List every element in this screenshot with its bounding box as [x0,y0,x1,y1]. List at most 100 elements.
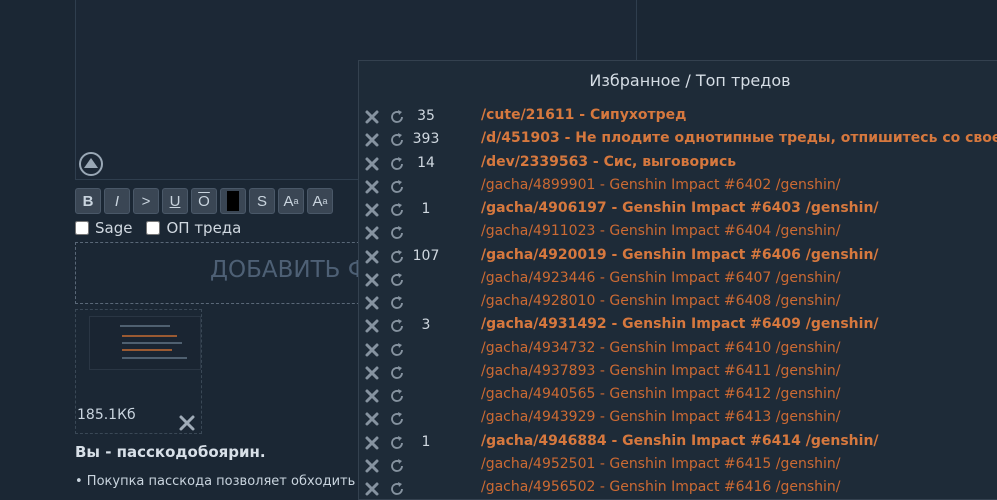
refresh-icon[interactable] [389,179,405,195]
list-item: /gacha/4952501 - Genshin Impact #6415 /g… [359,455,997,478]
subscript-mark: a [322,196,328,206]
attachment-thumbnail: 185.1Кб [75,309,202,434]
remove-icon[interactable] [364,481,380,497]
sage-checkbox[interactable] [75,221,89,235]
list-item: /gacha/4943929 - Genshin Impact #6413 /g… [359,408,997,431]
thread-link[interactable]: /gacha/4940565 - Genshin Impact #6412 /g… [481,386,840,402]
remove-icon[interactable] [364,365,380,381]
op-label: ОП треда [166,219,242,237]
new-post-count: 35 [417,108,435,124]
spoiler-swatch [227,191,239,211]
list-item: 1/gacha/4946884 - Genshin Impact #6414 /… [359,432,997,455]
refresh-icon[interactable] [389,272,405,288]
list-item: /gacha/4899901 - Genshin Impact #6402 /g… [359,176,997,199]
list-item: /gacha/4937893 - Genshin Impact #6411 /g… [359,362,997,385]
refresh-icon[interactable] [389,388,405,404]
remove-icon[interactable] [364,272,380,288]
thread-link[interactable]: /cute/21611 - Сипухотред [481,107,686,123]
passcode-title: Вы - пасскодобоярин. [75,443,266,461]
new-post-count: 1 [421,433,431,450]
thread-link[interactable]: /gacha/4911023 - Genshin Impact #6404 /g… [481,223,840,239]
thread-link[interactable]: /gacha/4952501 - Genshin Impact #6415 /g… [481,456,840,472]
remove-icon[interactable] [364,318,380,334]
remove-icon[interactable] [364,109,380,125]
bold-button[interactable]: B [75,188,101,214]
quote-button[interactable]: > [133,188,159,214]
overline-button[interactable]: O [191,188,217,214]
list-item: /gacha/4923446 - Genshin Impact #6407 /g… [359,269,997,292]
list-item: 14/dev/2339563 - Сис, выговорись [359,153,997,176]
thread-link[interactable]: /gacha/4956502 - Genshin Impact #6416 /g… [481,479,840,495]
refresh-icon[interactable] [389,156,405,172]
list-item: /gacha/4911023 - Genshin Impact #6404 /g… [359,222,997,245]
refresh-icon[interactable] [389,411,405,427]
new-post-count: 393 [412,131,440,148]
thread-link[interactable]: /gacha/4937893 - Genshin Impact #6411 /g… [481,363,840,379]
subscript-label: A [312,192,323,210]
sage-option[interactable]: Sage [75,219,132,237]
remove-icon[interactable] [364,458,380,474]
remove-icon[interactable] [364,132,380,148]
thread-link[interactable]: /gacha/4920019 - Genshin Impact #6406 /g… [481,247,879,263]
paint-icon[interactable] [78,151,104,177]
remove-icon[interactable] [364,295,380,311]
list-item: 393/d/451903 - Не плодите однотипные тре… [359,129,997,152]
op-checkbox[interactable] [146,221,161,235]
new-post-count: 1 [421,201,431,217]
op-option[interactable]: ОП треда [146,219,241,237]
remove-icon[interactable] [364,388,380,404]
strike-button[interactable]: S [249,188,275,214]
refresh-icon[interactable] [389,365,405,381]
thread-link[interactable]: /dev/2339563 - Сис, выговорись [481,154,736,170]
favorites-panel: Избранное / Топ тредов 35/cute/21611 - С… [358,60,997,500]
italic-button[interactable]: I [104,188,130,214]
sage-label: Sage [95,219,133,237]
thread-link[interactable]: /gacha/4934732 - Genshin Impact #6410 /g… [481,340,840,356]
thread-link[interactable]: /gacha/4906197 - Genshin Impact #6403 /g… [481,200,879,216]
thread-link[interactable]: /gacha/4931492 - Genshin Impact #6409 /g… [481,316,879,332]
thread-link[interactable]: /gacha/4943929 - Genshin Impact #6413 /g… [481,409,840,425]
remove-icon[interactable] [364,179,380,195]
refresh-icon[interactable] [389,225,405,241]
thread-link[interactable]: /d/451903 - Не плодите однотипные треды,… [481,130,997,146]
remove-icon[interactable] [364,411,380,427]
list-item: 35/cute/21611 - Сипухотред [359,106,997,129]
markup-toolbar: B I > U O S Aa Aa [75,188,333,214]
refresh-icon[interactable] [389,318,405,334]
remove-icon[interactable] [364,435,380,451]
refresh-icon[interactable] [389,202,405,218]
thread-link[interactable]: /gacha/4946884 - Genshin Impact #6414 /g… [481,433,879,449]
refresh-icon[interactable] [389,435,405,451]
refresh-icon[interactable] [389,249,405,265]
underline-button[interactable]: U [162,188,188,214]
refresh-icon[interactable] [389,481,405,497]
remove-file-icon[interactable] [178,414,196,432]
dropzone-label: ДОБАВИТЬ Ф [210,257,368,283]
thread-link[interactable]: /gacha/4928010 - Genshin Impact #6408 /g… [481,293,840,309]
list-item: 3/gacha/4931492 - Genshin Impact #6409 /… [359,315,997,338]
refresh-icon[interactable] [389,295,405,311]
spoiler-button[interactable] [220,188,246,214]
subscript-button[interactable]: Aa [307,188,333,214]
refresh-icon[interactable] [389,132,405,148]
remove-icon[interactable] [364,342,380,358]
superscript-mark: a [293,196,299,206]
attachment-preview[interactable] [89,316,201,370]
remove-icon[interactable] [364,225,380,241]
thread-link[interactable]: /gacha/4923446 - Genshin Impact #6407 /g… [481,270,840,286]
file-size: 185.1Кб [77,407,136,423]
refresh-icon[interactable] [389,458,405,474]
remove-icon[interactable] [364,202,380,218]
panel-title: Избранное / Топ тредов [589,71,791,90]
new-post-count: 3 [421,317,431,334]
post-options: Sage ОП треда [75,219,241,237]
file-dropzone[interactable]: ДОБАВИТЬ Ф [75,242,375,304]
list-item: /gacha/4928010 - Genshin Impact #6408 /g… [359,292,997,315]
refresh-icon[interactable] [389,342,405,358]
list-item: /gacha/4956502 - Genshin Impact #6416 /g… [359,478,997,499]
remove-icon[interactable] [364,249,380,265]
thread-link[interactable]: /gacha/4899901 - Genshin Impact #6402 /g… [481,177,840,193]
superscript-button[interactable]: Aa [278,188,304,214]
remove-icon[interactable] [364,156,380,172]
refresh-icon[interactable] [389,109,405,125]
